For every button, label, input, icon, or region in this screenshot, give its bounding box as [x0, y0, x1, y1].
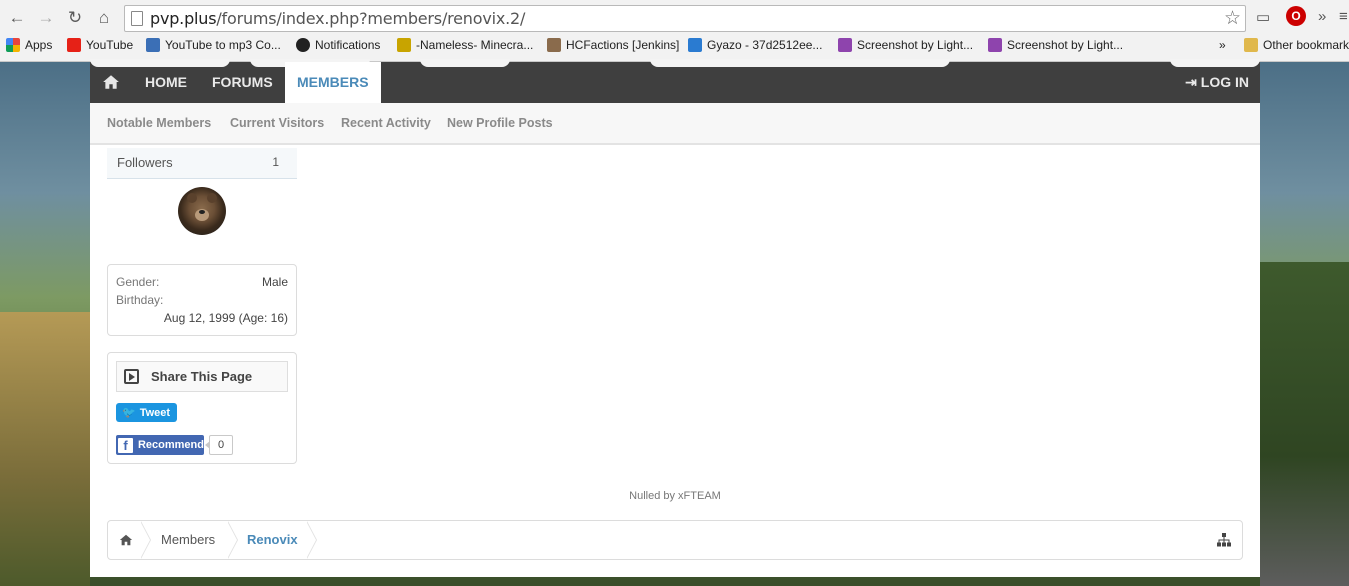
address-bar[interactable]: pvp.plus/forums/index.php?members/renovi… — [124, 5, 1246, 32]
bookmark-label: YouTube — [86, 38, 134, 52]
youtube-icon — [67, 38, 81, 52]
followers-row[interactable]: Followers 1 — [107, 148, 297, 179]
follower-avatar[interactable] — [178, 187, 226, 235]
bookmarks-bar: Apps YouTube YouTube to mp3 Co... Notifi… — [0, 36, 1349, 58]
main-navbar: HOME FORUMS MEMBERS ⇥ LOG IN — [90, 59, 1260, 103]
lightshot-icon — [988, 38, 1002, 52]
bookmarks-overflow-label: » — [1219, 38, 1226, 52]
subnav-notable-members[interactable]: Notable Members — [107, 116, 211, 130]
jenkins-icon — [547, 38, 561, 52]
avatar-detail — [187, 193, 197, 203]
birthday-label: Birthday: — [116, 293, 164, 307]
gyazo-icon — [688, 38, 702, 52]
folder-icon — [1244, 38, 1258, 52]
subnav-current-visitors[interactable]: Current Visitors — [230, 116, 324, 130]
recommend-count: 0 — [205, 435, 233, 455]
twitter-bird-icon: 🐦 — [122, 407, 136, 419]
forum-page: HOME FORUMS MEMBERS ⇥ LOG IN Notable Mem… — [90, 59, 1260, 577]
avatar-detail — [207, 193, 217, 203]
bookmark-notifications[interactable]: Notifications — [296, 38, 380, 52]
url-path: /forums/index.php?members/renovix.2/ — [216, 9, 526, 28]
bookmark-label: Other bookmarks — [1263, 38, 1349, 52]
bookmark-star-icon[interactable]: ☆ — [1224, 7, 1241, 30]
breadcrumb: Members Renovix — [107, 520, 1243, 560]
birthday-value: Aug 12, 1999 (Age: 16) — [163, 311, 288, 325]
breadcrumb-home-icon[interactable] — [119, 533, 133, 547]
bookmark-label: HCFactions [Jenkins] — [566, 38, 680, 52]
background-terrain-left — [0, 312, 90, 586]
bookmark-label: -Nameless- Minecra... — [416, 38, 534, 52]
bookmark-youtube-mp3[interactable]: YouTube to mp3 Co... — [146, 38, 281, 52]
members-subnav: Notable Members Current Visitors Recent … — [90, 103, 1260, 145]
cast-icon[interactable]: ▭ — [1256, 8, 1270, 26]
tab-forums[interactable]: FORUMS — [212, 62, 273, 103]
bookmark-label: YouTube to mp3 Co... — [165, 38, 281, 52]
breadcrumb-renovix[interactable]: Renovix — [247, 521, 298, 559]
gender-label: Gender: — [116, 275, 160, 289]
other-bookmarks[interactable]: Other bookmarks — [1244, 38, 1349, 52]
tweet-label: Tweet — [139, 406, 171, 419]
bookmark-screenshot-1[interactable]: Screenshot by Light... — [838, 38, 973, 52]
followers-label: Followers — [117, 155, 173, 170]
facebook-icon: f — [118, 437, 133, 453]
avatar-detail — [199, 210, 205, 214]
bookmark-gyazo[interactable]: Gyazo - 37d2512ee... — [688, 38, 822, 52]
sitemap-icon[interactable] — [1217, 533, 1231, 547]
share-page-block: Share This Page 🐦 Tweet f Recommend 0 — [107, 352, 297, 464]
reload-icon[interactable]: ↻ — [64, 7, 86, 29]
home-icon[interactable] — [102, 73, 120, 91]
browser-chrome: ← → ↻ ⌂ pvp.plus/forums/index.php?member… — [0, 0, 1349, 62]
nameless-icon — [397, 38, 411, 52]
share-icon — [124, 369, 139, 384]
subnav-recent-activity[interactable]: Recent Activity — [341, 116, 431, 130]
share-title: Share This Page — [151, 369, 253, 384]
home-icon[interactable]: ⌂ — [93, 7, 115, 29]
followers-count: 1 — [272, 155, 279, 169]
bookmark-label: Screenshot by Light... — [1007, 38, 1124, 52]
tab-home[interactable]: HOME — [145, 62, 187, 103]
github-icon — [296, 38, 310, 52]
login-icon: ⇥ — [1185, 74, 1201, 90]
apps-grid-icon — [6, 38, 20, 52]
bookmark-label: Notifications — [315, 38, 381, 52]
background-terrain-right — [1260, 262, 1349, 586]
profile-info-block: Gender: Male Birthday: Aug 12, 1999 (Age… — [107, 264, 297, 336]
mp3-icon — [146, 38, 160, 52]
footer-note: Nulled by xFTEAM — [629, 490, 721, 502]
bookmark-hcfactions[interactable]: HCFactions [Jenkins] — [547, 38, 679, 52]
browser-toolbar: ← → ↻ ⌂ pvp.plus/forums/index.php?member… — [0, 0, 1349, 36]
login-label: LOG IN — [1200, 74, 1249, 90]
bookmark-nameless[interactable]: -Nameless- Minecra... — [397, 38, 533, 52]
tab-members[interactable]: MEMBERS — [285, 62, 381, 103]
extensions-overflow-icon[interactable]: » — [1318, 8, 1326, 25]
snow-decoration — [420, 59, 510, 67]
login-button[interactable]: ⇥ LOG IN — [1185, 62, 1249, 103]
breadcrumb-separator — [306, 521, 319, 559]
bookmark-label: Apps — [25, 38, 53, 52]
subnav-new-profile-posts[interactable]: New Profile Posts — [447, 116, 553, 130]
breadcrumb-separator — [140, 521, 153, 559]
facebook-recommend-button[interactable]: f Recommend — [116, 435, 204, 455]
opera-extension-icon[interactable]: O — [1286, 6, 1306, 26]
chrome-menu-icon[interactable]: ≡ — [1339, 8, 1348, 25]
url-host: pvp.plus — [150, 9, 217, 28]
breadcrumb-members[interactable]: Members — [161, 521, 215, 559]
bookmark-screenshot-2[interactable]: Screenshot by Light... — [988, 38, 1123, 52]
lightshot-icon — [838, 38, 852, 52]
bookmark-label: Gyazo - 37d2512ee... — [707, 38, 823, 52]
recommend-label: Recommend — [137, 439, 204, 451]
share-header: Share This Page — [116, 361, 288, 392]
bookmark-youtube[interactable]: YouTube — [67, 38, 133, 52]
back-icon[interactable]: ← — [6, 7, 28, 29]
tweet-button[interactable]: 🐦 Tweet — [116, 403, 177, 422]
url-text[interactable]: pvp.plus/forums/index.php?members/renovi… — [150, 9, 525, 28]
bookmark-label: Screenshot by Light... — [857, 38, 974, 52]
page-icon — [131, 11, 143, 26]
forward-icon[interactable]: → — [35, 7, 57, 29]
breadcrumb-separator — [227, 521, 240, 559]
bookmark-apps[interactable]: Apps — [6, 38, 52, 52]
bookmarks-overflow[interactable]: » — [1219, 38, 1226, 52]
snow-decoration — [650, 59, 950, 67]
gender-value: Male — [261, 275, 288, 289]
